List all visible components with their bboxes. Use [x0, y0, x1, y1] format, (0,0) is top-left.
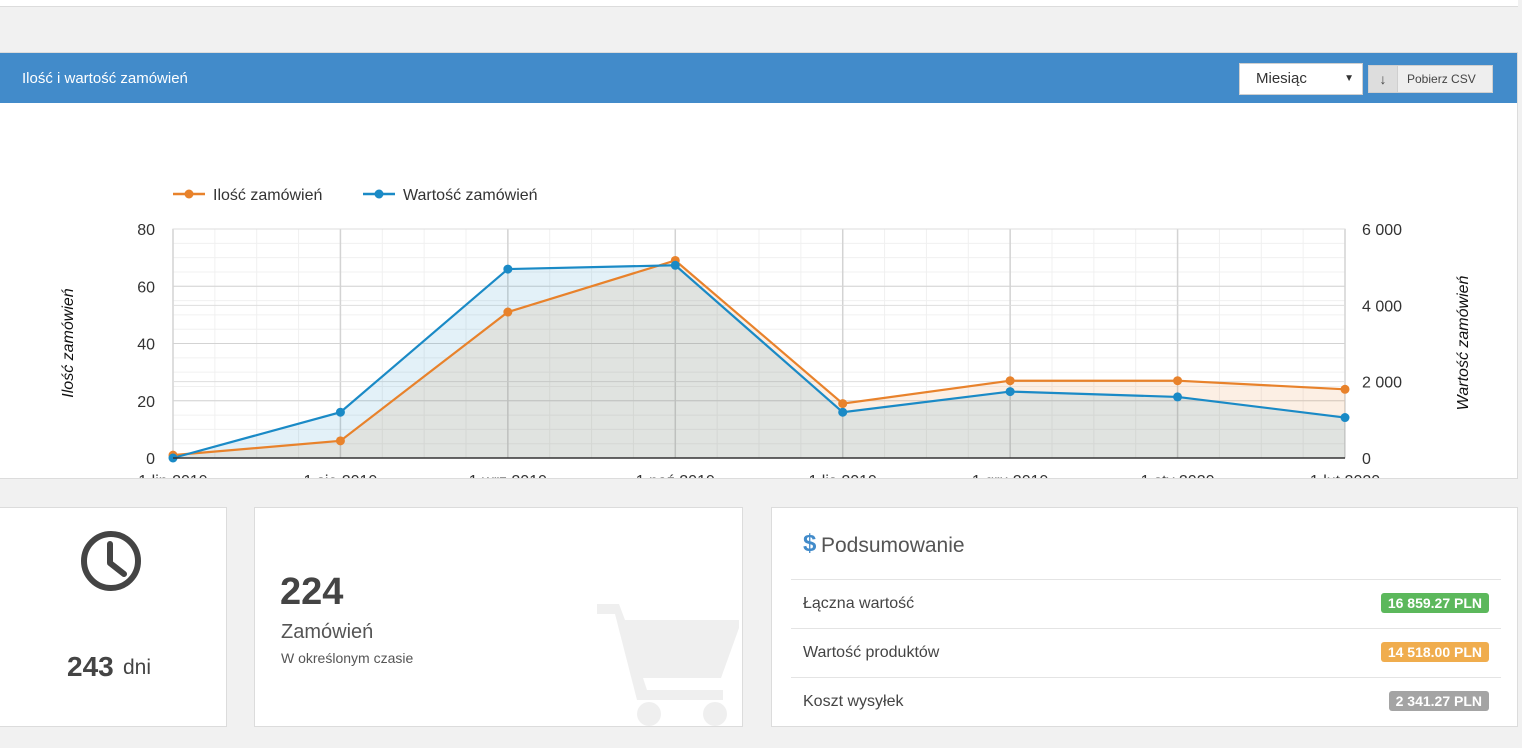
- data-point: [1340, 384, 1350, 394]
- summary-row-products: Wartość produktów 14 518.00 PLN: [791, 628, 1501, 677]
- data-point: [1173, 392, 1183, 402]
- y-tick-label-left: 20: [137, 394, 155, 411]
- chart-legend: Ilość zamówień Wartość zamówień: [173, 187, 538, 204]
- chevron-down-icon: ▼: [1344, 73, 1354, 84]
- data-point: [335, 436, 345, 446]
- summary-value-badge: 16 859.27 PLN: [1380, 593, 1489, 613]
- download-arrow-icon: ↓: [1369, 66, 1398, 92]
- y-tick-label-right: 0: [1362, 451, 1371, 468]
- summary-value-badge: 2 341.27 PLN: [1388, 691, 1489, 711]
- data-point: [503, 264, 513, 274]
- summary-row-label: Koszt wysyłek: [803, 693, 904, 710]
- x-tick-label: 1 sty 2020: [1141, 473, 1215, 478]
- days-unit: dni: [123, 656, 152, 679]
- y-tick-label-right: 4 000: [1362, 298, 1402, 315]
- data-point: [1173, 376, 1183, 386]
- orders-label: Zamówień: [281, 621, 374, 643]
- data-point: [335, 407, 345, 417]
- data-point: [503, 307, 513, 317]
- clock-icon: [81, 531, 141, 591]
- orders-count: 224: [280, 571, 344, 613]
- data-point: [1005, 387, 1015, 397]
- y-axis-title-right: Wartość zamówień: [1455, 275, 1472, 410]
- x-tick-label: 1 lip 2019: [138, 473, 207, 478]
- download-csv-button[interactable]: ↓ Pobierz CSV: [1368, 65, 1493, 93]
- shopping-cart-icon: [597, 604, 739, 726]
- y-tick-label-right: 6 000: [1362, 222, 1402, 239]
- x-tick-label: 1 wrz 2019: [469, 473, 547, 478]
- x-tick-label: 1 lis 2019: [808, 473, 877, 478]
- days-value: 243: [67, 651, 114, 682]
- x-tick-label: 1 sie 2019: [304, 473, 378, 478]
- orders-card: 224 Zamówień W określonym czasie: [254, 507, 743, 727]
- legend-swatch-dot: [374, 189, 384, 199]
- download-csv-label: Pobierz CSV: [1407, 72, 1476, 86]
- data-point: [1340, 413, 1350, 423]
- x-tick-label: 1 paź 2019: [636, 473, 715, 478]
- x-tick-label: 1 lut 2020: [1310, 473, 1380, 478]
- data-point: [838, 399, 848, 409]
- y-tick-label-left: 40: [137, 337, 155, 354]
- legend-label: Ilość zamówień: [213, 187, 322, 204]
- legend-swatch-dot: [184, 189, 194, 199]
- summary-card: $ Podsumowanie Łączna wartość 16 859.27 …: [771, 507, 1518, 727]
- days-card: 243 dni: [0, 507, 227, 727]
- top-strip: [0, 0, 1518, 7]
- y-axis-title-left: Ilość zamówień: [60, 288, 77, 397]
- panel-header: Ilość i wartość zamówień Miesiąc ▼ ↓ Pob…: [0, 53, 1517, 103]
- orders-chart-panel: Ilość i wartość zamówień Miesiąc ▼ ↓ Pob…: [0, 52, 1518, 479]
- dollar-icon: $: [803, 530, 817, 557]
- legend-label: Wartość zamówień: [403, 187, 538, 204]
- y-tick-label-right: 2 000: [1362, 375, 1402, 392]
- summary-value-badge: 14 518.00 PLN: [1380, 642, 1489, 662]
- panel-title: Ilość i wartość zamówień: [22, 70, 188, 87]
- period-select[interactable]: Miesiąc ▼: [1239, 63, 1363, 95]
- summary-row-label: Łączna wartość: [803, 595, 915, 612]
- summary-row-total: Łączna wartość 16 859.27 PLN: [791, 579, 1501, 628]
- orders-sublabel: W określonym czasie: [281, 650, 414, 666]
- summary-row-shipping: Koszt wysyłek 2 341.27 PLN: [791, 677, 1501, 726]
- x-tick-label: 1 gru 2019: [972, 473, 1049, 478]
- summary-row-label: Wartość produktów: [803, 644, 940, 661]
- orders-chart: 0 20 40 60 80 0 2 000 4 000 6 000 1 lip 2019 1 sie…: [60, 187, 1472, 478]
- y-tick-label-left: 60: [137, 279, 155, 296]
- data-point: [670, 260, 680, 270]
- y-tick-label-left: 0: [146, 451, 155, 468]
- data-point: [838, 407, 848, 417]
- summary-title: Podsumowanie: [821, 534, 965, 557]
- period-select-value: Miesiąc: [1256, 70, 1307, 87]
- y-tick-label-left: 80: [137, 222, 155, 239]
- data-point: [1005, 376, 1015, 386]
